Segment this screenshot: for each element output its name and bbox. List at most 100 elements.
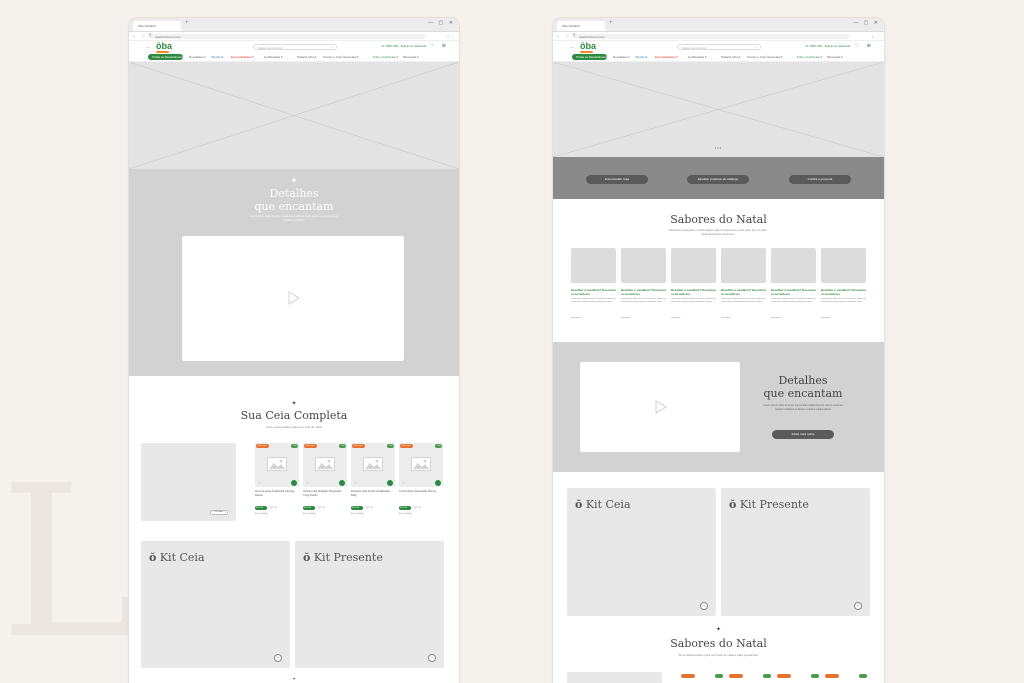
browser-tab[interactable]: Oba Hortifruti [557, 21, 605, 31]
add-icon[interactable]: + [854, 602, 862, 610]
article-title[interactable]: Dezeflao é saudável? Descubra os benefíc… [571, 288, 616, 296]
cart-icon[interactable]: ♡ ⊕ [855, 43, 874, 49]
kit-presente-card[interactable]: ŏ Kit Presente + [295, 541, 444, 668]
favorite-icon[interactable]: ♡ [306, 481, 309, 485]
video-player[interactable] [182, 236, 404, 361]
article-card[interactable]: Dezeflao é saudável? Descubra os benefíc… [721, 248, 766, 324]
browser-menu-icon[interactable]: ☆ ⋮ [446, 34, 455, 39]
article-image[interactable] [771, 248, 816, 283]
read-more-link[interactable]: Leia mais › [721, 317, 731, 319]
back-arrow-icon[interactable]: ← [570, 44, 575, 50]
product-card[interactable]: Exclusivo -15% ♡ Arroz de Festa Tradicional… [255, 443, 299, 521]
article-card[interactable]: Dezeflao é saudável? Descubra os benefíc… [771, 248, 816, 324]
article-title[interactable]: Dezeflao é saudável? Descubra os benefíc… [621, 288, 666, 296]
article-image[interactable] [671, 248, 716, 283]
cta-button[interactable]: Confira a proposta [789, 175, 851, 184]
article-title[interactable]: Dezeflao é saudável? Descubra os benefíc… [821, 288, 866, 296]
nav-item[interactable]: Mercearia ▾ [403, 55, 419, 59]
featured-product-image[interactable]: Ver todos [141, 443, 236, 521]
url-bar[interactable]: obahortifruti.com.br [151, 34, 426, 39]
product-name[interactable]: Chester Oba Perdigão Temperado 3,1kg Pac… [303, 490, 347, 497]
read-more-link[interactable]: Leia mais › [821, 317, 831, 319]
article-image[interactable] [721, 248, 766, 283]
add-icon[interactable]: + [700, 602, 708, 610]
oba-logo[interactable]: öba [156, 41, 172, 51]
add-icon[interactable]: + [428, 654, 436, 662]
hero-banner-placeholder[interactable] [129, 62, 459, 169]
article-image[interactable] [621, 248, 666, 283]
search-input[interactable]: Digite sua procura ⌕ [677, 44, 761, 50]
featured-product-image[interactable] [567, 672, 662, 683]
window-controls[interactable]: — ▢ ✕ [853, 20, 880, 26]
back-arrow-icon[interactable]: ← [146, 44, 151, 50]
add-icon[interactable]: + [274, 654, 282, 662]
read-more-link[interactable]: Leia mais › [571, 317, 581, 319]
browser-menu-icon[interactable]: ☆ ⋮ [871, 34, 880, 39]
article-card[interactable]: Dezeflao é saudável? Descubra os benefíc… [821, 248, 866, 324]
read-more-link[interactable]: Leia mais › [621, 317, 631, 319]
departments-button[interactable]: Todas os Departamentos ▾ [148, 54, 183, 60]
read-more-link[interactable]: Leia mais › [771, 317, 781, 319]
learn-more-button[interactable]: Saiba mais sobre [772, 430, 834, 439]
search-icon[interactable]: ⌕ [755, 45, 757, 49]
search-icon[interactable]: ⌕ [331, 45, 333, 49]
nav-item[interactable]: Mercearia ▾ [827, 55, 843, 59]
contact-login-link[interactable]: ☏ 0800 000 · Entrar ou cadastrar [381, 44, 426, 48]
nav-item[interactable]: Hortifrutiasa ▾ [688, 55, 707, 59]
nav-item[interactable]: Frios e Laticínios ▾ [797, 55, 822, 59]
product-image[interactable]: Exclusivo -15% ♡ [351, 443, 395, 487]
new-tab-icon[interactable]: + [609, 20, 613, 26]
video-player[interactable] [580, 362, 740, 452]
carousel-dots[interactable]: ••• [553, 145, 884, 150]
url-bar[interactable]: obahortifruti.com.br [575, 34, 850, 39]
nav-item[interactable]: Ofertas ▾ [635, 55, 647, 59]
article-card[interactable]: Dezeflao é saudável? Descubra os benefíc… [621, 248, 666, 324]
cart-icon[interactable]: ♡ ⊕ [430, 43, 449, 49]
kit-ceia-card[interactable]: ŏ Kit Ceia + [141, 541, 290, 668]
nav-item[interactable]: Carnes e Frios Especiais ▾ [323, 55, 359, 59]
product-image[interactable]: Exclusivo -15% ♡ [399, 443, 443, 487]
article-title[interactable]: Dezeflao é saudável? Descubra os benefíc… [671, 288, 716, 296]
add-to-cart-icon[interactable] [339, 480, 345, 486]
article-image[interactable] [821, 248, 866, 283]
product-image[interactable]: Exclusivo -15% ♡ [255, 443, 299, 487]
nav-item[interactable]: Padaria Oba ▾ [721, 55, 740, 59]
article-image[interactable] [571, 248, 616, 283]
favorite-icon[interactable]: ♡ [258, 481, 261, 485]
product-name[interactable]: Lombo Suíno Temperado Oba kg [399, 490, 443, 494]
nav-item[interactable]: Carnes e Frios Especiais ▾ [747, 55, 783, 59]
nav-item[interactable]: Hortifrutiasa ▾ [264, 55, 283, 59]
product-image[interactable]: Exclusivo -15% ♡ [303, 443, 347, 487]
add-to-cart-icon[interactable] [435, 480, 441, 486]
product-card[interactable]: Exclusivo -15% ♡ Panetone Oba Frutas Crista… [351, 443, 395, 521]
nav-item[interactable]: Novidades ▾ [613, 55, 630, 59]
see-all-button[interactable]: Ver todos [210, 510, 228, 515]
article-title[interactable]: Dezeflao é saudável? Descubra os benefíc… [721, 288, 766, 296]
nav-item[interactable]: Especialidades ▾ [655, 55, 678, 59]
read-more-link[interactable]: Leia mais › [671, 317, 681, 319]
article-card[interactable]: Dezeflao é saudável? Descubra os benefíc… [671, 248, 716, 324]
article-card[interactable]: Dezeflao é saudável? Descubra os benefíc… [571, 248, 616, 324]
product-name[interactable]: Panetone Oba Frutas Cristalizadas 500g [351, 490, 395, 497]
nav-item[interactable]: Ofertas ▾ [211, 55, 223, 59]
search-input[interactable]: Digite sua procura ⌕ [253, 44, 337, 50]
kit-ceia-card[interactable]: ŏ Kit Ceia + [567, 488, 716, 616]
kit-presente-card[interactable]: ŏ Kit Presente + [721, 488, 870, 616]
contact-login-link[interactable]: ☏ 0800 000 · Entrar ou cadastrar [805, 44, 850, 48]
cta-button[interactable]: Escolher produtos de catálogo [687, 175, 749, 184]
nav-item[interactable]: Novidades ▾ [189, 55, 206, 59]
product-name[interactable]: Arroz de Festa Tradicional Oba 1kg Pacot… [255, 490, 299, 497]
play-icon[interactable] [285, 290, 301, 306]
window-controls[interactable]: — ▢ ✕ [428, 20, 455, 26]
nav-item[interactable]: Padaria Oba ▾ [297, 55, 316, 59]
favorite-icon[interactable]: ♡ [402, 481, 405, 485]
article-title[interactable]: Dezeflao é saudável? Descubra os benefíc… [771, 288, 816, 296]
add-to-cart-icon[interactable] [291, 480, 297, 486]
browser-tab[interactable]: Oba Hortifruti [133, 21, 181, 31]
hero-banner-placeholder[interactable] [553, 62, 884, 157]
new-tab-icon[interactable]: + [185, 20, 189, 26]
cta-button[interactable]: Encomendar Ceia [586, 175, 648, 184]
oba-logo[interactable]: öba [580, 41, 596, 51]
nav-item[interactable]: Frios e Laticínios ▾ [373, 55, 398, 59]
departments-button[interactable]: Todas os Departamentos ▾ [572, 54, 607, 60]
